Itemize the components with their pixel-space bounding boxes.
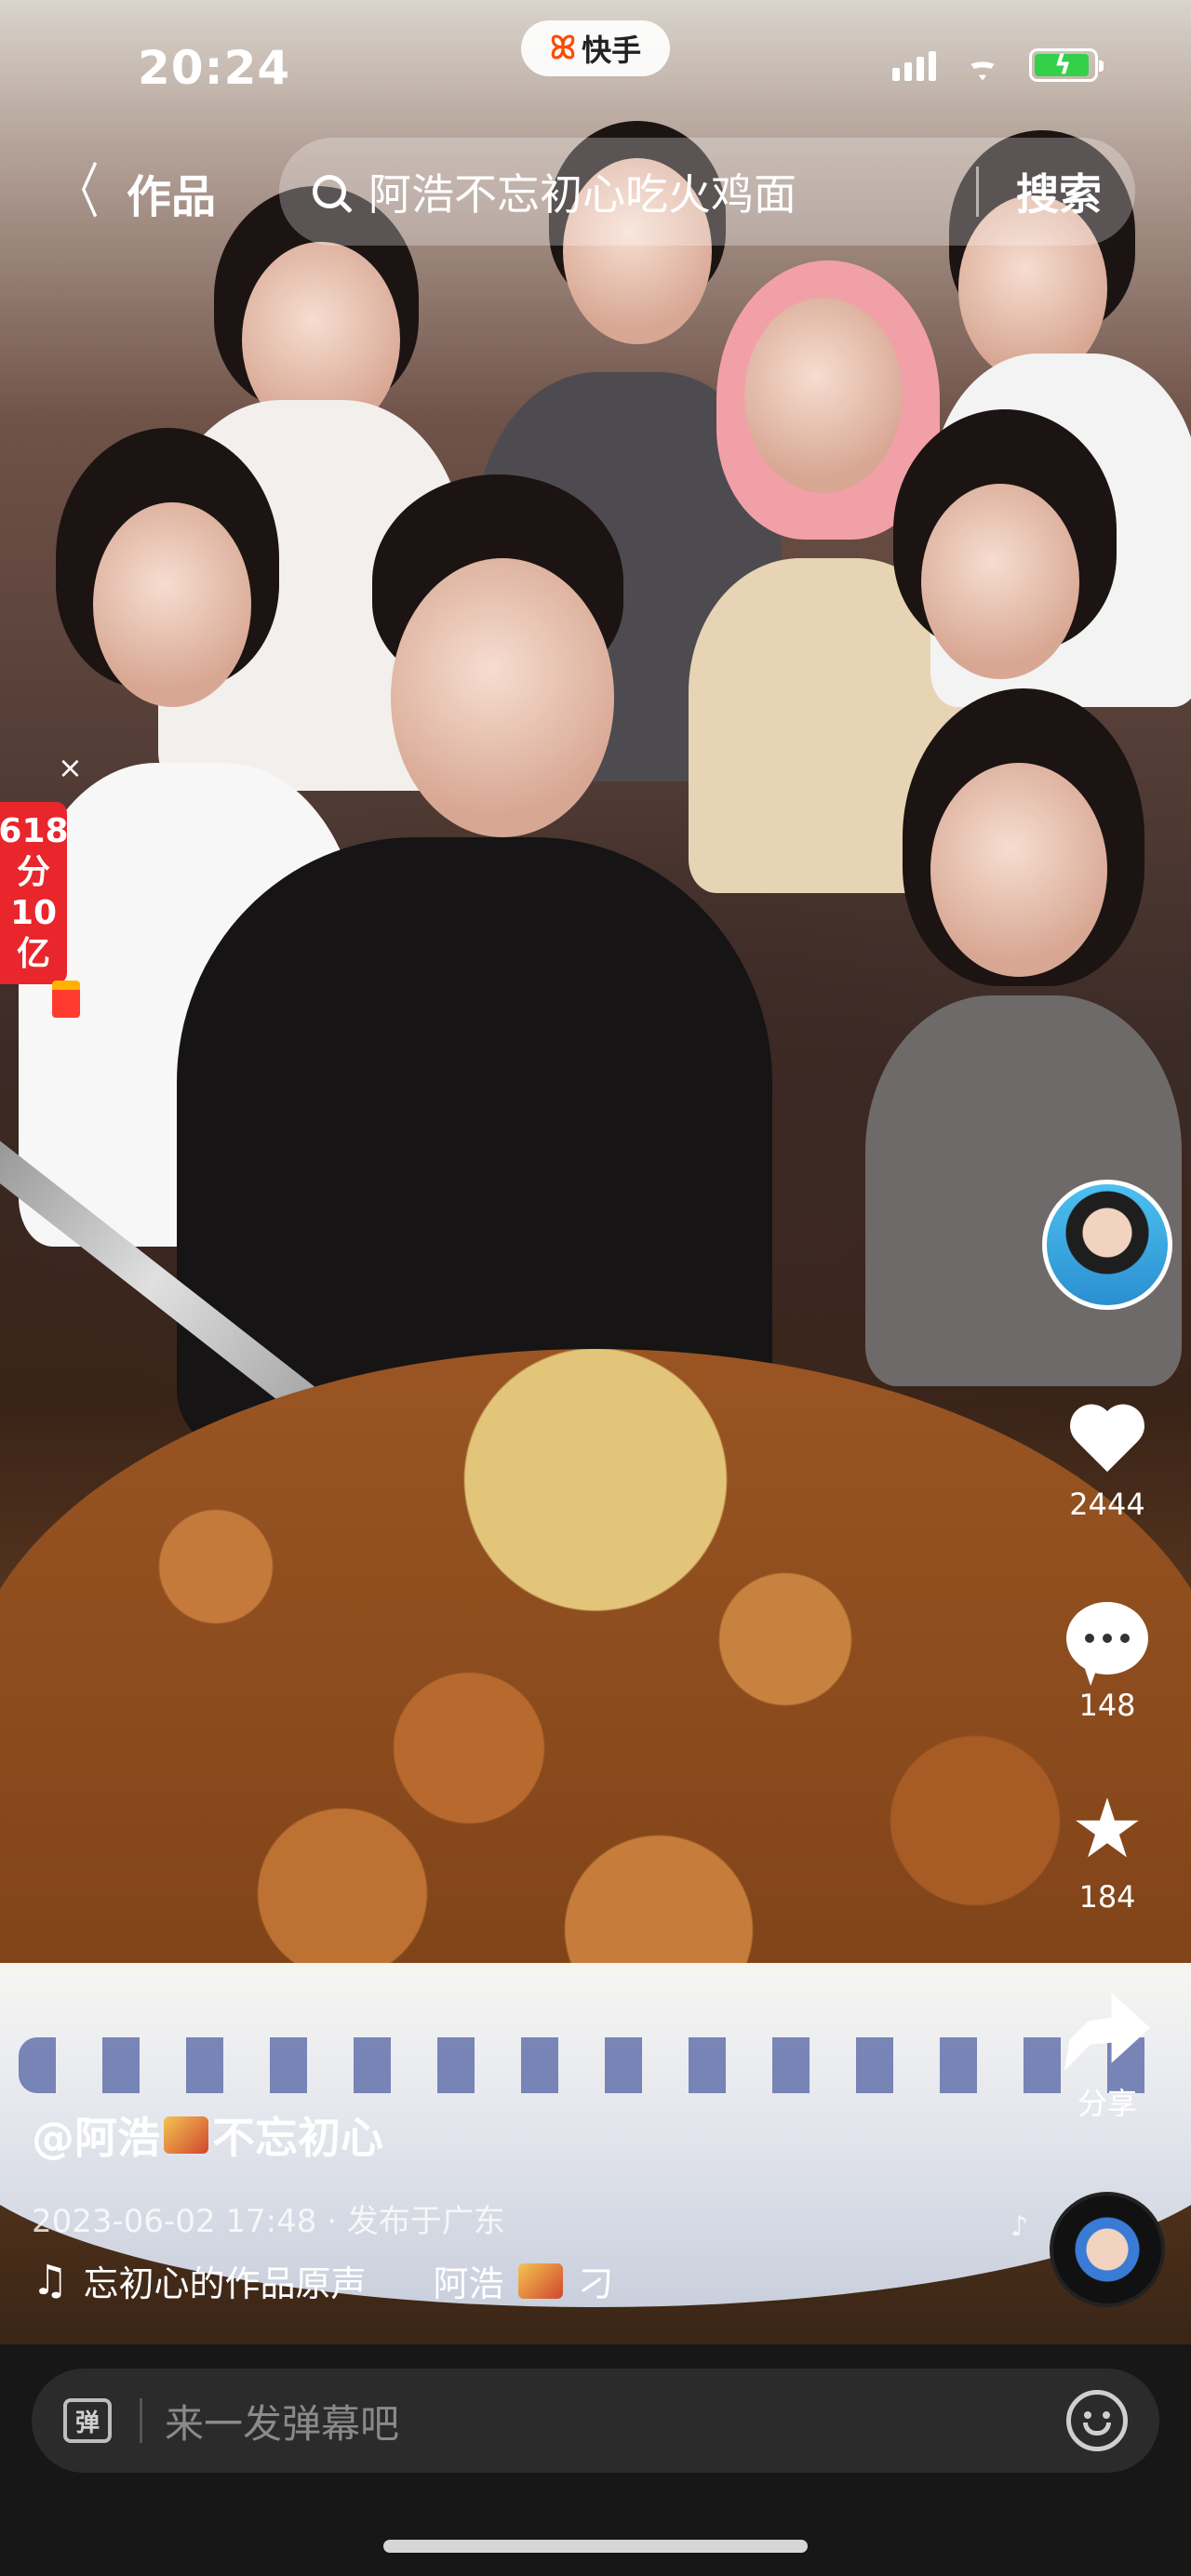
food-emoji-icon <box>164 2116 208 2154</box>
danmaku-toggle-icon[interactable]: 弹 <box>63 2398 112 2443</box>
author-name-suffix: 不忘初心 <box>212 2113 383 2163</box>
promo-618-tag[interactable]: 618 分 10 亿 <box>0 802 69 984</box>
danmaku-input-bar[interactable]: 弹 来一发弹幕吧 <box>32 2369 1159 2473</box>
person-face <box>93 502 251 707</box>
like-count: 2444 <box>1069 1487 1145 1522</box>
back-button[interactable]: 〈 作品 <box>48 160 216 225</box>
comment-icon <box>1066 1602 1148 1675</box>
promo-line: 分 <box>16 853 50 891</box>
search-query[interactable]: 阿浩不忘初心吃火鸡面 <box>368 161 957 222</box>
home-indicator[interactable] <box>383 2540 808 2553</box>
emoji-icon[interactable] <box>1066 2390 1128 2451</box>
wifi-icon <box>960 49 1005 81</box>
promo-line: 亿 <box>16 935 50 973</box>
author-avatar[interactable] <box>1042 1180 1172 1310</box>
like-button[interactable]: 2444 <box>1051 1403 1163 1522</box>
music-title: 忘初心的作品原声 <box>83 2263 367 2304</box>
app-pill-label: 快手 <box>582 33 642 68</box>
person-face <box>921 484 1079 679</box>
star-icon: ★ <box>1070 1781 1144 1876</box>
comment-count: 148 <box>1078 1688 1136 1723</box>
chevron-left-icon: 〈 <box>57 158 100 227</box>
input-divider <box>140 2398 142 2443</box>
food-emoji-icon <box>518 2262 564 2299</box>
promo-line: 10 <box>9 894 58 932</box>
small-music-note-icon: ♪ <box>1010 2210 1029 2243</box>
music-tail: 刁 <box>578 2263 614 2304</box>
publish-date-location: 2023-06-02 17:48 · 发布于广东 <box>32 2203 505 2240</box>
search-icon <box>313 175 346 208</box>
promo-line: 618 <box>0 812 69 850</box>
video-frame[interactable] <box>0 0 1191 2344</box>
heart-icon <box>1068 1403 1146 1481</box>
red-envelope-icon[interactable] <box>52 981 80 1018</box>
music-author: 阿浩 <box>433 2263 504 2304</box>
search-divider <box>976 167 979 217</box>
cellular-signal-icon <box>892 49 936 81</box>
app-indicator-pill[interactable]: ꕤ 快手 <box>521 20 670 76</box>
person-face <box>930 763 1107 977</box>
comment-button[interactable]: 148 <box>1051 1602 1163 1723</box>
music-ticker[interactable]: ♫ 忘初心的作品原声 阿浩 刁 <box>32 2255 614 2306</box>
share-arrow-icon <box>1064 1993 1150 2071</box>
battery-icon: ϟ <box>1029 48 1104 82</box>
author-name-prefix: @阿浩 <box>32 2113 160 2163</box>
person-face <box>744 298 903 493</box>
promo-close-icon[interactable]: × <box>58 750 83 785</box>
kuaishou-logo-icon: ꕤ <box>549 30 577 67</box>
music-disc[interactable] <box>1050 2192 1165 2307</box>
person-face <box>391 558 614 837</box>
author-name[interactable]: @阿浩 不忘初心 <box>32 2104 383 2166</box>
share-button[interactable]: 分享 <box>1051 1993 1163 2123</box>
back-label: 作品 <box>127 171 217 223</box>
status-time: 20:24 <box>138 41 291 95</box>
status-icons: ϟ <box>892 48 1104 82</box>
search-bar[interactable]: 阿浩不忘初心吃火鸡面 搜索 <box>279 138 1135 246</box>
search-button[interactable]: 搜索 <box>1016 161 1102 222</box>
music-note-icon: ♫ <box>32 2257 69 2304</box>
danmaku-input[interactable]: 来一发弹幕吧 <box>165 2393 1066 2449</box>
favorite-button[interactable]: ★ 184 <box>1051 1784 1163 1915</box>
share-label: 分享 <box>1077 2086 1137 2121</box>
favorite-count: 184 <box>1078 1879 1136 1915</box>
